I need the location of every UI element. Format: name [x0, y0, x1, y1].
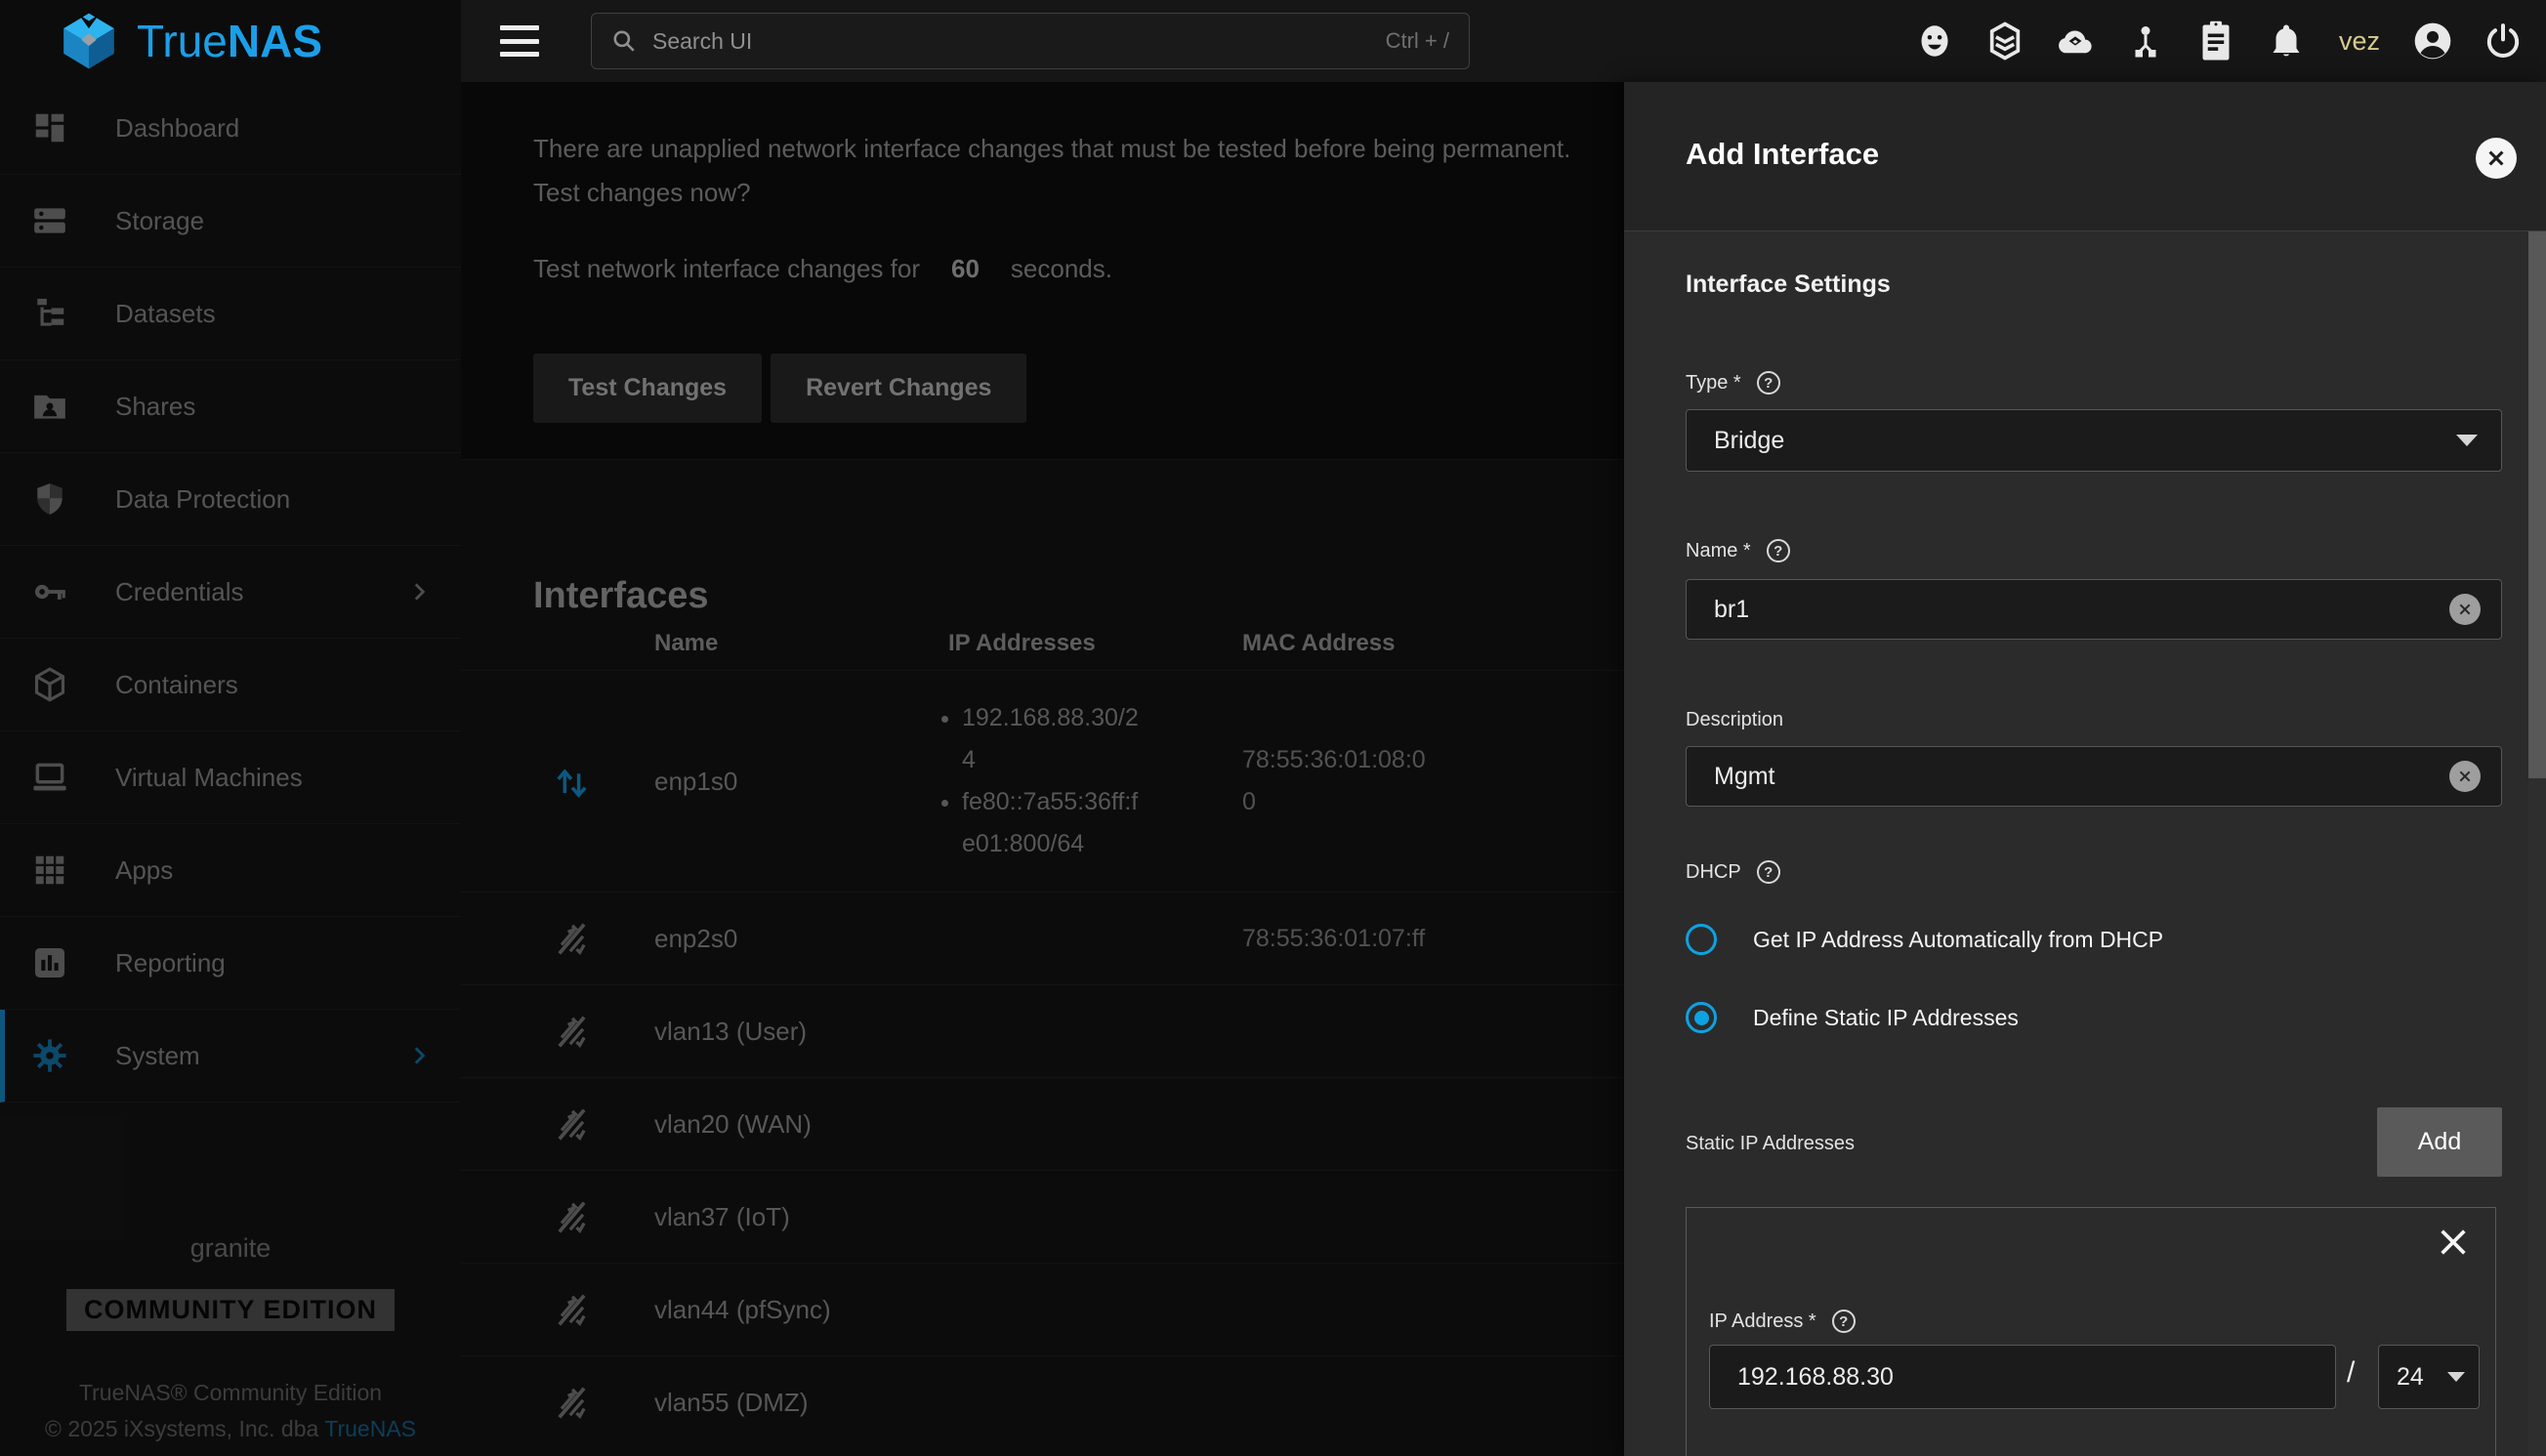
name-field — [1686, 579, 2502, 640]
description-input[interactable] — [1686, 746, 2502, 807]
interface-settings-title: Interface Settings — [1686, 270, 1891, 299]
prefix-value: 24 — [2397, 1363, 2424, 1392]
ip-address-input[interactable] — [1709, 1345, 2336, 1409]
name-label: Name * ? — [1686, 539, 1790, 562]
cidr-separator: / — [2347, 1356, 2355, 1390]
scrollbar-thumb[interactable] — [2528, 231, 2546, 778]
static-radio-option[interactable]: Define Static IP Addresses — [1686, 1002, 2019, 1033]
help-icon[interactable]: ? — [1757, 371, 1780, 395]
feedback-smiley-icon[interactable] — [1915, 21, 1954, 61]
help-icon[interactable]: ? — [1767, 539, 1790, 562]
type-value: Bridge — [1714, 427, 1784, 455]
type-select[interactable]: Bridge — [1686, 409, 2502, 472]
name-input[interactable] — [1686, 579, 2502, 640]
logo-text: TrueNAS — [137, 15, 322, 67]
truenas-connect-cloud-icon[interactable] — [2056, 21, 2095, 61]
prefix-length-select[interactable]: 24 — [2378, 1345, 2480, 1409]
add-static-ip-button[interactable]: Add — [2377, 1107, 2502, 1177]
truenas-logo-icon — [59, 11, 119, 71]
add-interface-panel: Add Interface Interface Settings Type * … — [1624, 82, 2546, 1456]
type-label: Type * ? — [1686, 371, 1780, 395]
topology-icon[interactable] — [2126, 21, 2165, 61]
ip-address-field — [1709, 1345, 2336, 1409]
header-actions: vez — [1915, 0, 2523, 82]
power-icon[interactable] — [2483, 21, 2523, 61]
top-header: TrueNAS Ctrl + / — [0, 0, 2546, 82]
logo-area[interactable]: TrueNAS — [0, 0, 461, 82]
clear-icon[interactable] — [2449, 594, 2481, 625]
truecommand-icon[interactable] — [1985, 21, 2024, 61]
ip-address-label: IP Address * ? — [1709, 1310, 1856, 1333]
alerts-bell-icon[interactable] — [2267, 21, 2306, 61]
help-icon[interactable]: ? — [1832, 1310, 1856, 1333]
remove-entry-icon[interactable] — [2437, 1226, 2470, 1259]
jobs-clipboard-icon[interactable] — [2196, 21, 2235, 61]
dhcp-radio-option[interactable]: Get IP Address Automatically from DHCP — [1686, 924, 2163, 955]
description-label: Description — [1686, 709, 1783, 731]
radio-unselected-icon — [1686, 924, 1717, 955]
menu-toggle-icon[interactable] — [500, 25, 539, 57]
description-field — [1686, 746, 2502, 807]
search-shortcut: Ctrl + / — [1386, 28, 1449, 54]
modal-scrim[interactable] — [0, 82, 1624, 1456]
chevron-down-icon — [2456, 435, 2478, 446]
search-input[interactable] — [650, 27, 1372, 56]
system-hostname: vez — [2337, 26, 2382, 57]
chevron-down-icon — [2447, 1372, 2465, 1382]
search-box[interactable]: Ctrl + / — [591, 13, 1470, 69]
panel-title: Add Interface — [1686, 137, 1879, 172]
radio-selected-icon — [1686, 1002, 1717, 1033]
panel-scrollbar[interactable] — [2528, 231, 2546, 1456]
static-ips-label: Static IP Addresses — [1686, 1133, 1855, 1155]
close-icon[interactable] — [2476, 138, 2517, 179]
avatar[interactable] — [2413, 21, 2452, 61]
static-ip-entry-card: IP Address * ? / 24 — [1686, 1207, 2496, 1456]
search-icon — [611, 28, 637, 54]
truenas-app: TrueNAS Ctrl + / — [0, 0, 2546, 1456]
dhcp-label: DHCP ? — [1686, 860, 1780, 884]
clear-icon[interactable] — [2449, 761, 2481, 792]
help-icon[interactable]: ? — [1757, 860, 1780, 884]
